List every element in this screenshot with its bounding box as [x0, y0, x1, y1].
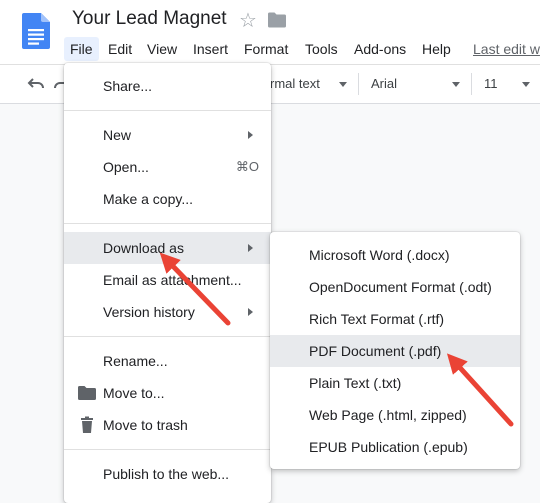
- annotation-overlay: [159, 252, 514, 427]
- annotation-arrow: [446, 353, 514, 427]
- annotation-arrow: [159, 252, 231, 326]
